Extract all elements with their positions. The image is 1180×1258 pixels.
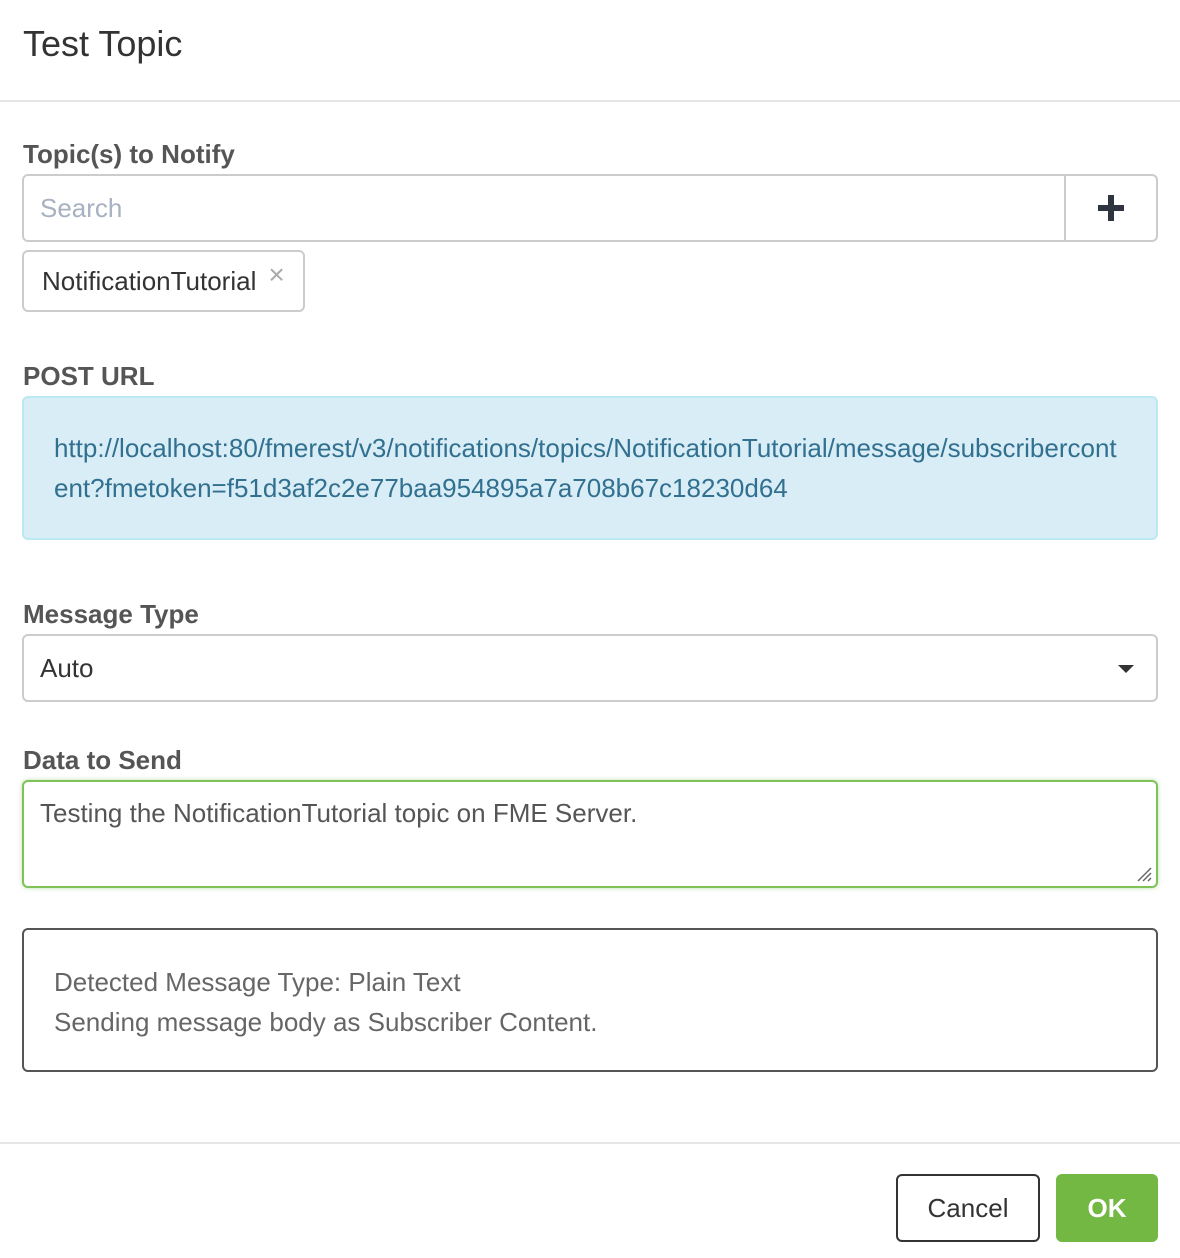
cancel-button[interactable]: Cancel xyxy=(896,1174,1040,1242)
topic-tag: NotificationTutorial × xyxy=(22,250,305,312)
dialog-header: Test Topic xyxy=(0,0,1180,102)
post-url-label: POST URL xyxy=(23,361,155,391)
caret-down-icon xyxy=(1118,665,1134,673)
dialog-title: Test Topic xyxy=(23,23,183,64)
message-type-label: Message Type xyxy=(23,599,199,629)
ok-button[interactable]: OK xyxy=(1056,1174,1158,1242)
dialog-footer-divider xyxy=(0,1142,1180,1144)
sending-as-text: Sending message body as Subscriber Conte… xyxy=(54,1007,598,1037)
message-type-select[interactable]: Auto xyxy=(22,634,1158,702)
post-url-box: http://localhost:80/fmerest/v3/notificat… xyxy=(22,396,1158,540)
message-type-value: Auto xyxy=(40,652,94,683)
add-topic-button[interactable] xyxy=(1064,176,1156,240)
detection-info-box: Detected Message Type: Plain Text Sendin… xyxy=(22,928,1158,1072)
resize-grip-icon[interactable] xyxy=(1136,866,1152,882)
topic-search-input[interactable] xyxy=(24,176,1064,240)
topics-label: Topic(s) to Notify xyxy=(23,139,235,169)
detected-type-text: Detected Message Type: Plain Text xyxy=(54,967,461,997)
data-to-send-label: Data to Send xyxy=(23,745,182,775)
topic-tag-label: NotificationTutorial xyxy=(42,265,257,296)
remove-tag-icon[interactable]: × xyxy=(268,261,284,289)
data-to-send-textarea[interactable]: Testing the NotificationTutorial topic o… xyxy=(22,780,1158,888)
post-url-value: http://localhost:80/fmerest/v3/notificat… xyxy=(54,433,1117,503)
topic-search-group xyxy=(22,174,1158,242)
plus-icon xyxy=(1098,195,1124,221)
